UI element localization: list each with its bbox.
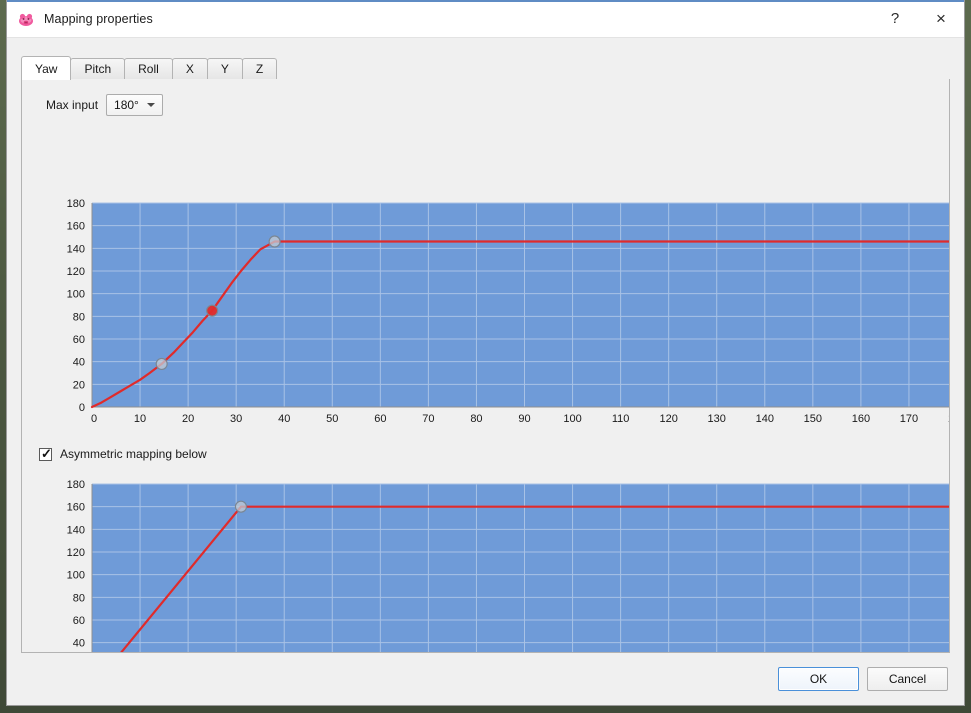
title-accent-bar xyxy=(7,0,964,2)
mapping-properties-window: Mapping properties ? × Yaw Pitch Roll X … xyxy=(6,0,965,706)
svg-text:80: 80 xyxy=(470,413,482,425)
ok-button[interactable]: OK xyxy=(778,667,859,691)
window-title: Mapping properties xyxy=(44,11,153,26)
close-button[interactable]: × xyxy=(918,1,964,37)
svg-text:10: 10 xyxy=(134,413,146,425)
chart-mapping-above[interactable]: 0 20 40 60 80 100 120 140 160 180 10 20 30 40 50 60 70 80… xyxy=(36,198,950,430)
svg-text:130: 130 xyxy=(708,413,726,425)
dialog-footer: OK Cancel xyxy=(7,653,964,705)
svg-text:80: 80 xyxy=(73,311,85,323)
svg-text:120: 120 xyxy=(659,413,677,425)
cancel-button[interactable]: Cancel xyxy=(867,667,948,691)
svg-text:50: 50 xyxy=(326,413,338,425)
check-icon: ✓ xyxy=(41,445,52,461)
svg-text:180: 180 xyxy=(67,198,85,210)
svg-text:150: 150 xyxy=(804,413,822,425)
svg-text:40: 40 xyxy=(73,357,85,369)
max-input-select[interactable]: 180° xyxy=(106,94,164,116)
pig-app-icon xyxy=(16,9,36,29)
chart-below-svg: 0204060801001201401601801020304050607080… xyxy=(67,479,949,652)
svg-text:110: 110 xyxy=(612,413,630,425)
max-input-label: Max input xyxy=(46,98,99,112)
svg-text:160: 160 xyxy=(67,502,85,514)
svg-text:30: 30 xyxy=(230,413,242,425)
asymmetric-mapping-label: Asymmetric mapping below xyxy=(60,447,207,461)
svg-text:70: 70 xyxy=(422,413,434,425)
tab-x[interactable]: X xyxy=(171,58,208,79)
svg-text:60: 60 xyxy=(73,334,85,346)
svg-text:140: 140 xyxy=(67,243,85,255)
asymmetric-mapping-checkbox-row[interactable]: ✓ Asymmetric mapping below xyxy=(39,447,207,461)
title-bar: Mapping properties ? × xyxy=(7,0,964,38)
asymmetric-mapping-checkbox[interactable]: ✓ xyxy=(39,445,52,461)
svg-text:60: 60 xyxy=(374,413,386,425)
svg-text:140: 140 xyxy=(756,413,774,425)
svg-text:100: 100 xyxy=(563,413,581,425)
tab-pitch[interactable]: Pitch xyxy=(70,58,126,79)
screen: Mapping properties ? × Yaw Pitch Roll X … xyxy=(0,0,971,713)
svg-text:180: 180 xyxy=(67,479,85,491)
svg-text:160: 160 xyxy=(852,413,870,425)
svg-text:90: 90 xyxy=(518,413,530,425)
chart-above-svg: 0 20 40 60 80 100 120 140 160 180 10 20 30 40 50 60 70 80… xyxy=(67,198,950,425)
svg-text:100: 100 xyxy=(67,289,85,301)
tab-yaw[interactable]: Yaw xyxy=(21,56,72,80)
max-input-row: Max input 180° xyxy=(46,94,164,116)
svg-text:40: 40 xyxy=(278,413,290,425)
tab-z[interactable]: Z xyxy=(241,58,278,79)
svg-text:20: 20 xyxy=(73,379,85,391)
svg-text:180: 180 xyxy=(948,413,950,425)
tab-y[interactable]: Y xyxy=(206,58,243,79)
svg-text:100: 100 xyxy=(67,570,85,582)
svg-text:160: 160 xyxy=(67,221,85,233)
chart-mapping-below[interactable]: 0204060801001201401601801020304050607080… xyxy=(36,479,949,652)
tab-bar: Yaw Pitch Roll X Y Z xyxy=(7,38,964,80)
svg-text:170: 170 xyxy=(900,413,918,425)
max-input-value: 180° xyxy=(114,98,139,112)
svg-text:20: 20 xyxy=(182,413,194,425)
svg-text:120: 120 xyxy=(67,266,85,278)
tab-roll[interactable]: Roll xyxy=(124,58,173,79)
svg-text:60: 60 xyxy=(73,615,85,627)
svg-text:80: 80 xyxy=(73,592,85,604)
help-button[interactable]: ? xyxy=(872,1,918,37)
svg-text:0: 0 xyxy=(91,413,97,425)
svg-text:120: 120 xyxy=(67,547,85,559)
svg-text:140: 140 xyxy=(67,524,85,536)
chevron-down-icon xyxy=(147,103,156,107)
svg-text:40: 40 xyxy=(73,638,85,650)
tab-content-yaw: Max input 180° 0 20 40 60 80 100 120 140 160 180 1… xyxy=(21,79,950,653)
svg-text:0: 0 xyxy=(79,402,85,414)
